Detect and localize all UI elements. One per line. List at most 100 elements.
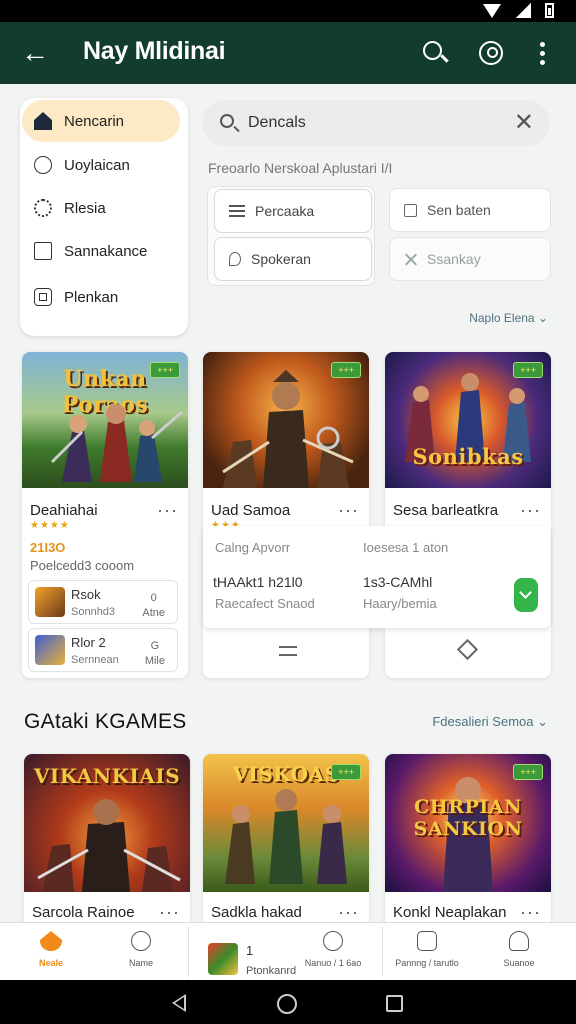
clear-icon[interactable]: ✕ xyxy=(514,109,534,137)
battery-icon xyxy=(545,3,554,18)
game-thumbnail xyxy=(208,943,238,975)
nav-label: Ptonkanrd xyxy=(246,965,297,977)
game-title: Sarcola Rainoe xyxy=(32,904,135,921)
list-icon xyxy=(229,205,245,217)
chip-label: Ssankay xyxy=(427,251,481,267)
sidebar-item-label: Uoylaican xyxy=(64,156,130,174)
sidebar-item-label: Nencarin xyxy=(64,112,125,130)
sidebar-item-nencarin[interactable]: Nencarin xyxy=(22,100,180,142)
more-horiz-icon[interactable]: ··· xyxy=(520,500,541,521)
filter-label: Freoarlo Nerskoal Aplustari I/I xyxy=(208,160,393,176)
nav-tab-game[interactable]: 1 Ptonkanrd xyxy=(196,923,306,981)
game-title: Konkl Neaplakan xyxy=(393,904,507,921)
more-horiz-icon[interactable]: ··· xyxy=(159,902,180,922)
game-meta: Poelcedd3 cooom xyxy=(30,558,135,573)
more-horiz-icon[interactable]: ··· xyxy=(157,500,178,521)
game-cover-image: Unkan Poraos +++ xyxy=(22,352,188,488)
game-card[interactable]: +++ CHRPIAN SANKION Konkl Neaplakan ··· xyxy=(385,754,551,922)
filter-chip-ssankay[interactable]: Ssankay xyxy=(389,237,551,281)
game-card[interactable]: +++ Sonibkas Sesa barleatkra ··· xyxy=(385,352,551,678)
list-item[interactable]: Rlor 2 Sernnean G Mile xyxy=(28,628,178,672)
more-horiz-icon[interactable]: ··· xyxy=(520,902,541,922)
filter-chip-spokeran[interactable]: Spokeran xyxy=(214,237,372,281)
game-card[interactable]: +++ Uad Samoa ··· ★★★ xyxy=(203,352,369,678)
more-horiz-icon[interactable]: ··· xyxy=(338,500,359,521)
list-item-title: Rlor 2 xyxy=(71,635,106,650)
timer-icon xyxy=(417,931,437,951)
list-item-count: G xyxy=(150,640,160,652)
nav-tab-clock[interactable]: Nanuo / 1 6ao xyxy=(300,923,366,981)
nav-label: Pannng / tarutlo xyxy=(395,958,459,968)
nav-label: Nanuo / 1 6ao xyxy=(304,958,362,968)
nav-tab-home[interactable]: Neale xyxy=(18,923,84,981)
game-cover-image: +++ xyxy=(203,352,369,488)
list-item-label: Atne xyxy=(142,607,165,619)
sidebar-item-label: Sannakance xyxy=(64,242,148,260)
game-cover-image: +++ CHRPIAN SANKION xyxy=(385,754,551,892)
sort-dropdown[interactable]: Naplo Elena ⌄ xyxy=(469,311,548,325)
detail-sub: Haary/bemia xyxy=(363,596,437,611)
more-vert-icon[interactable] xyxy=(527,38,557,68)
square-icon xyxy=(404,203,417,217)
sidebar-item-rlesia[interactable]: Rlesia xyxy=(22,187,180,229)
back-arrow-icon[interactable]: ← xyxy=(20,36,50,70)
clock-icon xyxy=(323,931,343,951)
recents-icon[interactable] xyxy=(386,995,403,1012)
nav-label: Suanoe xyxy=(503,958,535,968)
detail-label: Calng Apvorr xyxy=(215,540,291,555)
circle-icon xyxy=(34,156,52,174)
section-dropdown[interactable]: Fdesalieri Semoa ⌄ xyxy=(432,714,548,730)
game-card[interactable]: VIKANKIAIS Sarcola Rainoe ··· xyxy=(24,754,190,922)
palette-icon xyxy=(131,931,151,951)
detail-label: Ioesesa 1 aton xyxy=(363,540,449,555)
sidebar-item-plenkan[interactable]: Plenkan xyxy=(22,276,180,318)
hero-figures xyxy=(222,370,354,488)
game-card[interactable]: Unkan Poraos +++ Deahiahai ··· ★★★★ 21I3… xyxy=(22,352,188,678)
game-card[interactable]: VISKOAS +++ Sadkla hakad ··· xyxy=(203,754,369,922)
filter-chip-sen-baten[interactable]: Sen baten xyxy=(389,188,551,232)
nav-tab-timer[interactable]: Pannng / tarutlo xyxy=(394,923,460,981)
person-icon xyxy=(509,931,529,951)
sidebar: Nencarin Uoylaican Rlesia Sannakance Ple… xyxy=(20,98,188,336)
signal-icon xyxy=(515,3,531,18)
filter-chip-percaaka[interactable]: Percaaka xyxy=(214,189,372,233)
search-icon[interactable] xyxy=(420,38,450,68)
game-thumbnail xyxy=(35,587,65,617)
page-title: Nay Mlidinai xyxy=(83,37,226,65)
box-icon xyxy=(34,288,52,306)
sidebar-item-uoylaican[interactable]: Uoylaican xyxy=(22,144,180,186)
list-item-label: Mile xyxy=(144,655,165,667)
search-bar: ✕ xyxy=(202,100,550,146)
app-bar: ← Nay Mlidinai xyxy=(0,22,576,84)
game-detail-panel: Calng Apvorr Ioesesa 1 aton tHAAkt1 h21l… xyxy=(203,526,550,628)
nav-tab-profile[interactable]: Suanoe xyxy=(486,923,552,981)
list-item[interactable]: Rsok Sonnhd3 0 Atne xyxy=(28,580,178,624)
card-footer xyxy=(385,628,551,678)
chip-label: Sen baten xyxy=(427,202,491,218)
list-item-count: 0 xyxy=(150,592,157,604)
divider xyxy=(188,927,189,977)
sidebar-item-sannakance[interactable]: Sannakance xyxy=(22,230,180,272)
close-icon xyxy=(404,253,417,266)
tag-icon[interactable] xyxy=(476,38,506,68)
detail-value: 1s3-CAMhl xyxy=(363,574,433,590)
wifi-icon xyxy=(483,3,501,18)
back-icon[interactable] xyxy=(172,994,186,1012)
game-thumbnail xyxy=(35,635,65,665)
list-item-subtitle: Sonnhd3 xyxy=(71,606,116,618)
system-navigation-bar xyxy=(0,980,576,1024)
filter-icon[interactable] xyxy=(279,646,297,656)
list-item-meta: 0 Atne xyxy=(142,591,165,621)
home-icon xyxy=(34,112,52,130)
nav-tab-name[interactable]: Name xyxy=(108,923,174,981)
diamond-icon[interactable] xyxy=(456,638,479,661)
game-title: Deahiahai xyxy=(30,502,98,519)
home-button-icon[interactable] xyxy=(277,994,297,1014)
more-horiz-icon[interactable]: ··· xyxy=(338,902,359,922)
nav-label: Name xyxy=(128,958,153,968)
check-icon[interactable] xyxy=(514,578,538,612)
search-input[interactable] xyxy=(248,108,498,138)
hero-figures xyxy=(225,789,347,884)
list-item-subtitle: Sernnean xyxy=(71,654,119,666)
status-bar xyxy=(0,0,576,22)
